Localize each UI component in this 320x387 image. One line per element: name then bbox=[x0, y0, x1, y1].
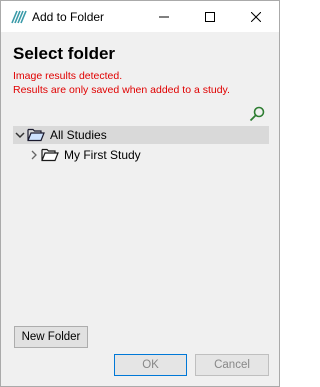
tree-item-label: All Studies bbox=[50, 128, 107, 142]
maximize-icon bbox=[205, 11, 215, 22]
maximize-button[interactable] bbox=[187, 1, 233, 32]
ok-button[interactable]: OK bbox=[114, 354, 187, 376]
window-title: Add to Folder bbox=[32, 10, 105, 24]
title-bar[interactable]: Add to Folder bbox=[1, 1, 279, 32]
folder-open-icon bbox=[27, 128, 45, 142]
chevron-right-icon bbox=[31, 150, 37, 160]
search-icon[interactable] bbox=[248, 105, 266, 123]
app-logo-icon bbox=[11, 10, 27, 24]
chevron-down-icon bbox=[15, 132, 25, 139]
dialog-heading: Select folder bbox=[13, 44, 116, 63]
tree-item-all-studies[interactable]: All Studies bbox=[13, 126, 269, 144]
minimize-button[interactable] bbox=[141, 1, 187, 32]
cancel-button[interactable]: Cancel bbox=[195, 354, 269, 376]
warning-text-detail: Results are only saved when added to a s… bbox=[13, 84, 230, 96]
expand-toggle[interactable] bbox=[13, 126, 27, 144]
tree-item-label: My First Study bbox=[64, 148, 141, 162]
close-button[interactable] bbox=[233, 1, 279, 32]
expand-toggle[interactable] bbox=[27, 146, 41, 164]
warning-text: Image results detected. bbox=[13, 70, 123, 82]
folder-open-icon bbox=[41, 148, 59, 162]
close-icon bbox=[251, 11, 261, 22]
new-folder-button[interactable]: New Folder bbox=[14, 326, 88, 348]
minimize-icon bbox=[159, 16, 169, 17]
add-to-folder-dialog: Add to Folder Select folder Image result… bbox=[0, 0, 280, 387]
tree-item-my-first-study[interactable]: My First Study bbox=[13, 146, 269, 164]
